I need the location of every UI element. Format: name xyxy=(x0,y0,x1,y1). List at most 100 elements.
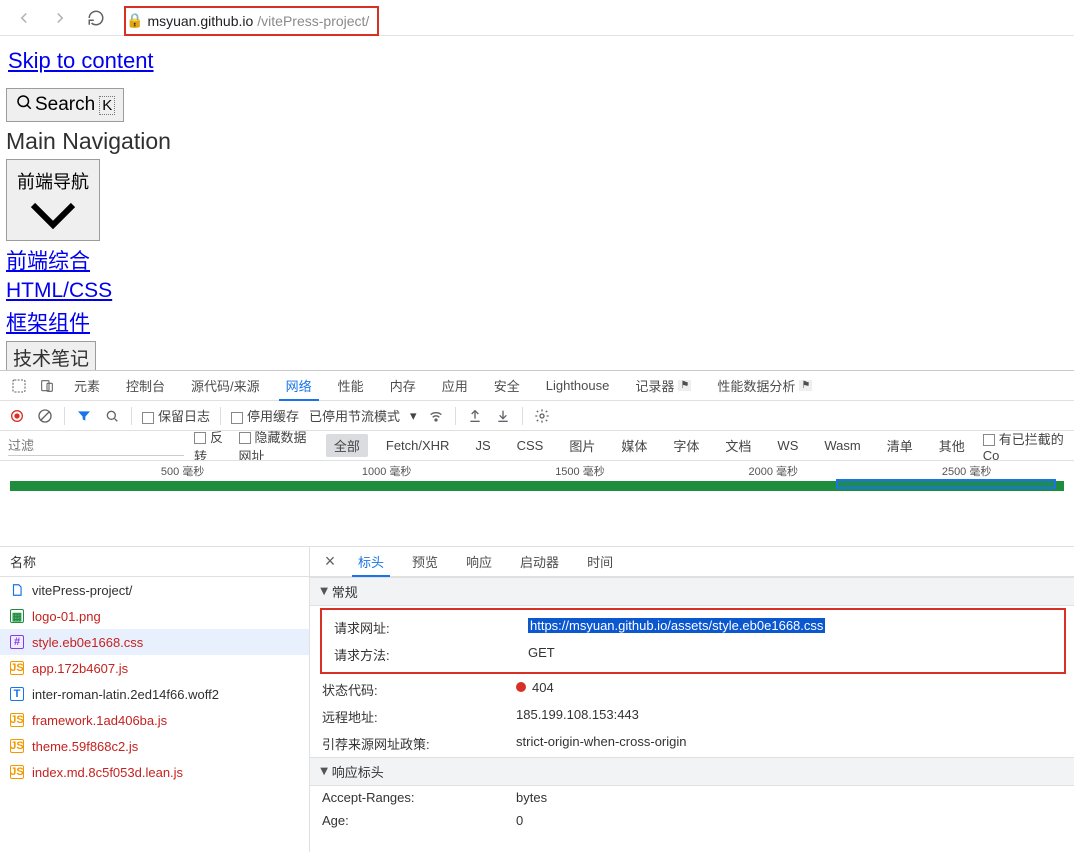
inspect-element-button[interactable] xyxy=(6,371,32,400)
detail-tab-response[interactable]: 响应 xyxy=(452,547,506,576)
invert-checkbox[interactable]: 反转 xyxy=(194,431,229,461)
separator xyxy=(455,407,456,425)
url-host: msyuan.github.io xyxy=(147,13,253,29)
request-row[interactable]: JStheme.59f868c2.js xyxy=(0,733,309,759)
request-row[interactable]: JSframework.1ad406ba.js xyxy=(0,707,309,733)
filter-js[interactable]: JS xyxy=(467,436,498,455)
tab-security[interactable]: 安全 xyxy=(482,371,532,400)
filter-font[interactable]: 字体 xyxy=(665,434,707,457)
kv-accept-ranges: Accept-Ranges: bytes xyxy=(310,786,1074,809)
request-url-value[interactable]: https://msyuan.github.io/assets/style.eb… xyxy=(528,618,825,633)
request-row[interactable]: JS index.md.8c5f053d.lean.js xyxy=(0,759,309,785)
search-button[interactable]: Search K xyxy=(6,88,124,122)
js-icon: JS xyxy=(10,765,24,779)
clear-button[interactable] xyxy=(36,407,54,425)
forward-button[interactable] xyxy=(46,4,74,32)
network-split: 名称 vitePress-project/ ▦logo-01.png#style.… xyxy=(0,547,1074,852)
nav-link[interactable]: HTML/CSS xyxy=(6,279,1068,303)
nav-link[interactable]: 前端综合 xyxy=(6,245,1068,275)
filter-media[interactable]: 媒体 xyxy=(613,434,655,457)
network-toolbar: 保留日志 停用缓存 已停用节流模式 ▾ xyxy=(0,401,1074,431)
detail-tab-headers[interactable]: 标头 xyxy=(344,547,398,576)
skip-to-content-link[interactable]: Skip to content xyxy=(8,48,154,74)
filter-input[interactable] xyxy=(8,436,184,456)
download-har-button[interactable] xyxy=(494,407,512,425)
kv-remote: 远程地址: 185.199.108.153:443 xyxy=(310,703,1074,730)
search-label: Search xyxy=(35,94,95,116)
lock-icon: 🔒 xyxy=(126,12,143,29)
throttling-select[interactable]: 已停用节流模式 xyxy=(309,406,400,425)
request-name: index.md.8c5f053d.lean.js xyxy=(32,765,183,780)
tab-memory[interactable]: 内存 xyxy=(378,371,428,400)
filter-toggle[interactable] xyxy=(75,407,93,425)
request-name: style.eb0e1668.css xyxy=(32,635,143,650)
tab-network[interactable]: 网络 xyxy=(274,371,324,400)
arrow-right-icon xyxy=(51,9,69,27)
disable-cache-checkbox[interactable]: 停用缓存 xyxy=(231,406,299,425)
settings-button[interactable] xyxy=(533,407,551,425)
filter-doc[interactable]: 文档 xyxy=(717,434,759,457)
search-shortcut: K xyxy=(99,96,115,115)
device-toggle-button[interactable] xyxy=(34,371,60,400)
filter-ws[interactable]: WS xyxy=(769,436,806,455)
record-button[interactable] xyxy=(8,407,26,425)
request-name: framework.1ad406ba.js xyxy=(32,713,167,728)
nav-link[interactable]: 框架组件 xyxy=(6,307,1068,337)
reload-button[interactable] xyxy=(82,4,110,32)
request-name: theme.59f868c2.js xyxy=(32,739,138,754)
back-button[interactable] xyxy=(10,4,38,32)
hide-data-urls-checkbox[interactable]: 隐藏数据网址 xyxy=(239,431,316,461)
section-response-headers[interactable]: ▶ 响应标头 xyxy=(310,757,1074,786)
filter-wasm[interactable]: Wasm xyxy=(816,436,868,455)
preserve-log-checkbox[interactable]: 保留日志 xyxy=(142,406,210,425)
timeline-tick: 2000 毫秒 xyxy=(749,463,799,479)
tab-recorder[interactable]: 记录器⚑ xyxy=(623,371,703,400)
request-row[interactable]: #style.eb0e1668.css xyxy=(0,629,309,655)
detail-tab-timing[interactable]: 时间 xyxy=(573,547,627,576)
devtools-tabs: 元素 控制台 源代码/来源 网络 性能 内存 应用 安全 Lighthouse … xyxy=(0,371,1074,401)
timeline-tick: 2500 毫秒 xyxy=(942,463,992,479)
network-timeline[interactable]: 500 毫秒 1000 毫秒 1500 毫秒 2000 毫秒 2500 毫秒 xyxy=(0,461,1074,547)
url-path: /vitePress-project/ xyxy=(257,13,369,29)
tab-sources[interactable]: 源代码/来源 xyxy=(179,371,272,400)
request-row[interactable]: Tinter-roman-latin.2ed14f66.woff2 xyxy=(0,681,309,707)
filter-all[interactable]: 全部 xyxy=(326,434,368,457)
kv-request-method: 请求方法: GET xyxy=(322,641,1064,668)
tab-elements[interactable]: 元素 xyxy=(62,371,112,400)
filter-other[interactable]: 其他 xyxy=(931,434,973,457)
name-column-header[interactable]: 名称 xyxy=(0,547,309,577)
search-toggle[interactable] xyxy=(103,407,121,425)
upload-har-button[interactable] xyxy=(466,407,484,425)
chevron-down-icon: ▾ xyxy=(410,408,417,424)
tab-console[interactable]: 控制台 xyxy=(114,371,177,400)
kv-age: Age: 0 xyxy=(310,809,1074,832)
detail-tab-preview[interactable]: 预览 xyxy=(398,547,452,576)
close-detail-button[interactable]: × xyxy=(316,547,344,576)
timeline-ruler: 500 毫秒 1000 毫秒 1500 毫秒 2000 毫秒 2500 毫秒 xyxy=(0,461,1074,479)
url-bar[interactable]: 🔒 msyuan.github.io/vitePress-project/ xyxy=(118,4,1064,32)
request-name: vitePress-project/ xyxy=(32,583,132,598)
tab-perf-insights[interactable]: 性能数据分析⚑ xyxy=(705,371,824,400)
tab-performance[interactable]: 性能 xyxy=(326,371,376,400)
section-general[interactable]: ▶ 常规 xyxy=(310,577,1074,606)
wifi-icon[interactable] xyxy=(427,407,445,425)
request-row[interactable]: ▦logo-01.png xyxy=(0,603,309,629)
request-row[interactable]: JSapp.172b4607.js xyxy=(0,655,309,681)
detail-tab-initiator[interactable]: 启动器 xyxy=(506,547,573,576)
preview-badge-icon: ⚑ xyxy=(678,380,691,391)
blocked-checkbox[interactable]: 有已拦截的 Co xyxy=(983,431,1066,461)
separator xyxy=(131,407,132,425)
filter-fetch[interactable]: Fetch/XHR xyxy=(378,436,458,455)
network-filter-bar: 反转 隐藏数据网址 全部 Fetch/XHR JS CSS 图片 媒体 字体 文… xyxy=(0,431,1074,461)
tab-application[interactable]: 应用 xyxy=(430,371,480,400)
tab-lighthouse[interactable]: Lighthouse xyxy=(534,371,622,400)
nav-button[interactable]: 技术笔记 xyxy=(6,341,96,370)
nav-dropdown[interactable]: 前端导航 xyxy=(6,159,100,241)
filter-manifest[interactable]: 清单 xyxy=(879,434,921,457)
filter-css[interactable]: CSS xyxy=(509,436,552,455)
filter-img[interactable]: 图片 xyxy=(561,434,603,457)
timeline-selection[interactable] xyxy=(836,479,1056,489)
request-row[interactable]: vitePress-project/ xyxy=(0,577,309,603)
url-method-highlight-annotation: 请求网址: https://msyuan.github.io/assets/st… xyxy=(320,608,1066,674)
devtools: 元素 控制台 源代码/来源 网络 性能 内存 应用 安全 Lighthouse … xyxy=(0,370,1074,852)
